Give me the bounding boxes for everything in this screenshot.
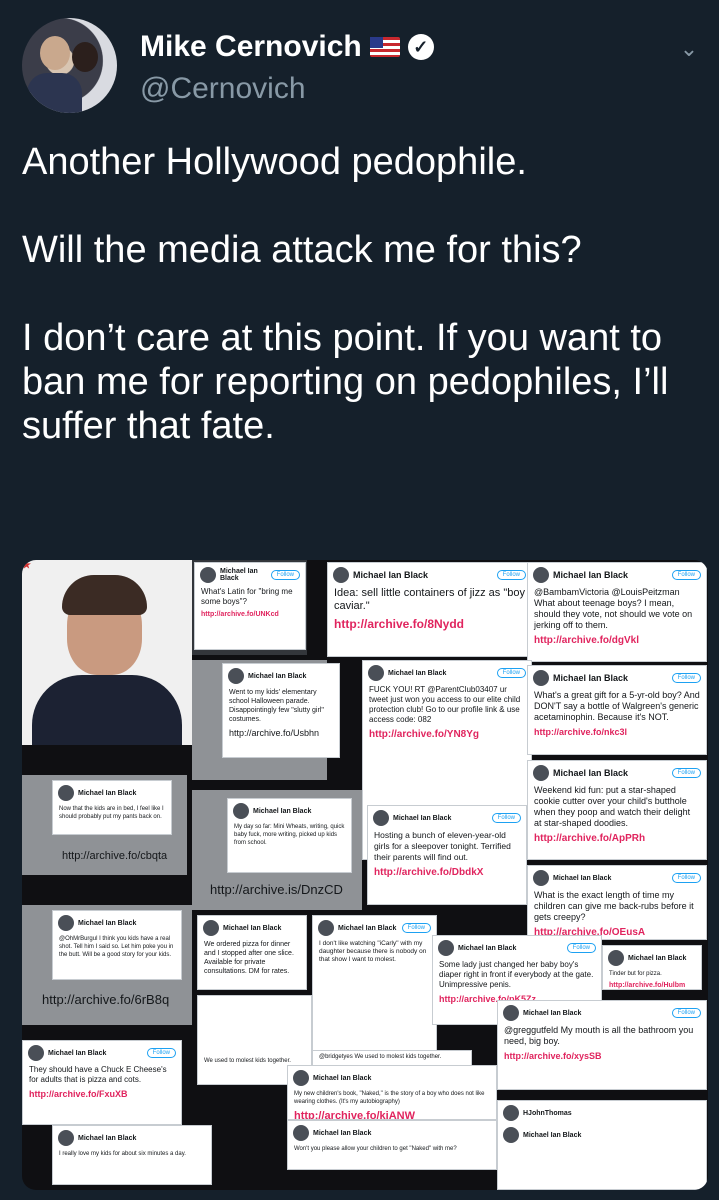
screenshot-card: Michael Ian Black Follow Idea: sell littl… <box>327 562 532 657</box>
archive-link: http://archive.is/DnzCD <box>210 882 343 897</box>
author-name-row: Mike Cernovich ✓ <box>140 30 434 64</box>
screenshot-card: Michael Ian Black @OhMrBurgul I think yo… <box>52 910 182 980</box>
archive-link: http://archive.fo/6rB8q <box>42 992 170 1007</box>
verified-badge-icon: ✓ <box>407 34 434 60</box>
screenshot-card: Michael Ian Black Follow What's Latin for… <box>194 562 306 650</box>
screenshot-card: Michael Ian Black Follow They should have… <box>22 1040 182 1125</box>
tweet-text: Another Hollywood pedophile. Will the me… <box>22 140 702 448</box>
archive-link: http://archive.fo/cbqta <box>62 850 168 862</box>
screenshot-card: Michael Ian Black Follow What is the exac… <box>527 865 707 940</box>
us-flag-icon <box>369 37 400 57</box>
tweet-header: Mike Cernovich ✓ @Cernovich ⌄ <box>22 18 699 118</box>
tweet-paragraph: Will the media attack me for this? <box>22 229 582 271</box>
sticker-icon: ★ <box>22 560 31 571</box>
screenshot-card: Michael Ian Black Follow I don't like wat… <box>312 915 437 1055</box>
screenshot-card: Michael Ian Black Won't you please allow… <box>287 1120 497 1170</box>
author-handle[interactable]: @Cernovich <box>140 72 306 106</box>
screenshot-card: Michael Ian Black Went to my kids' eleme… <box>222 663 340 758</box>
screenshot-card: Michael Ian Black We ordered pizza for d… <box>197 915 307 990</box>
screenshot-card: Michael Ian Black Follow What's a great g… <box>527 665 707 755</box>
screenshot-card: Michael Ian Black Now that the kids are … <box>52 780 172 835</box>
tweet-paragraph: I don’t care at this point. If you want … <box>22 317 669 447</box>
screenshot-card: Michael Ian Black Follow @greggutfeld My … <box>497 1000 707 1090</box>
screenshot-card: Michael Ian Black Follow Hosting a bunch … <box>367 805 527 905</box>
avatar[interactable] <box>22 18 117 113</box>
screenshot-card: Michael Ian Black I really love my kids … <box>52 1125 212 1185</box>
tweet-media-collage[interactable]: ★ Michael Ian Black Follow What's Latin f… <box>22 560 708 1190</box>
tweet-paragraph: Another Hollywood pedophile. <box>22 141 527 183</box>
author-name[interactable]: Mike Cernovich <box>140 30 362 64</box>
screenshot-card: Michael Ian Black Tinder but for pizza. … <box>602 945 702 990</box>
screenshot-card: Michael Ian Black Follow Weekend kid fun:… <box>527 760 707 860</box>
portrait-photo: ★ <box>22 560 192 745</box>
chevron-down-icon[interactable]: ⌄ <box>679 36 699 61</box>
screenshot-card: Michael Ian Black My day so far: Mini Wh… <box>227 798 352 873</box>
screenshot-card: Michael Ian Black Follow @BambamVictoria … <box>527 562 707 662</box>
screenshot-card: HJohnThomas Michael Ian Black <box>497 1100 707 1190</box>
screenshot-card: Michael Ian Black My new children's book… <box>287 1065 497 1120</box>
